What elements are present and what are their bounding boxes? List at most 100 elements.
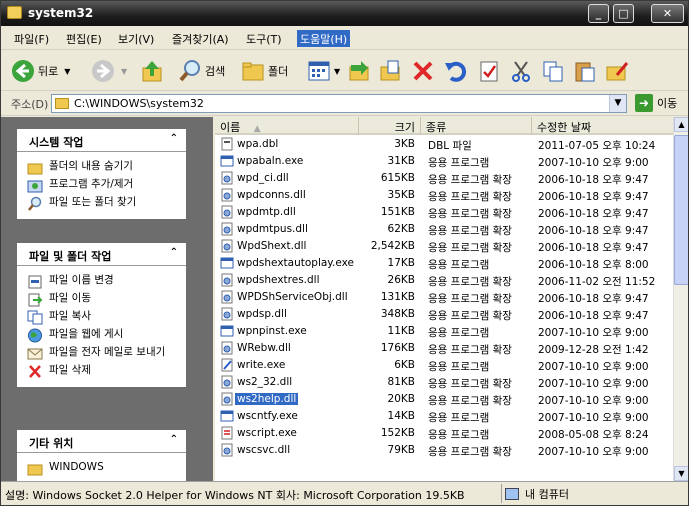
title-bar[interactable]: system32 _ □ ✕ — [1, 1, 688, 26]
back-button[interactable]: 뒤로 ▼ — [11, 58, 70, 84]
file-name: wpa.dbl — [237, 138, 279, 150]
collapse-icon[interactable]: ⌃ — [170, 434, 178, 445]
file-row[interactable]: wscntfy.exe 14KB 응용 프로그램 2007-10-10 오후 9:00 — [215, 408, 673, 425]
file-row[interactable]: wpdshextautoplay.exe 17KB 응용 프로그램 2006-10-1… — [215, 255, 673, 272]
properties-button[interactable] — [477, 58, 501, 84]
file-row[interactable]: wpdmtpus.dll 62KB 응용 프로그램 확장 2006-10-18 오후 … — [215, 221, 673, 238]
menu-view[interactable]: 보기(V) — [115, 30, 157, 47]
file-row[interactable]: wpdsp.dll 348KB 응용 프로그램 확장 2006-10-18 오후 9:… — [215, 306, 673, 323]
file-date: 2007-10-10 오후 9:00 — [538, 446, 649, 458]
file-size: 176KB — [380, 342, 415, 354]
task-delete-file[interactable]: 파일 삭제 — [27, 364, 176, 379]
menu-favorites[interactable]: 즐겨찾기(A) — [169, 30, 232, 47]
menu-help[interactable]: 도움말(H) — [297, 30, 351, 47]
column-type[interactable]: 종류 — [421, 117, 532, 135]
file-type: 응용 프로그램 확장 — [428, 242, 512, 254]
system-tasks-header[interactable]: 시스템 작업 ⌃ — [17, 129, 186, 152]
task-copy-file[interactable]: 파일 복사 — [27, 310, 176, 325]
file-row[interactable]: wpnpinst.exe 11KB 응용 프로그램 2007-10-10 오후 9:0… — [215, 323, 673, 340]
folder-icon — [27, 163, 43, 175]
delete-icon — [413, 61, 433, 81]
task-hide-folder-contents[interactable]: 폴더의 내용 숨기기 — [27, 160, 176, 175]
copy-button[interactable] — [541, 58, 565, 84]
address-path: C:\WINDOWS\system32 — [74, 97, 204, 110]
column-name[interactable]: 이름 ▲ — [215, 117, 359, 135]
maximize-button[interactable]: □ — [613, 4, 634, 23]
file-tasks-header[interactable]: 파일 및 폴더 작업 ⌃ — [17, 243, 186, 266]
cut-button[interactable] — [509, 58, 533, 84]
go-button[interactable]: ➜ 이동 — [631, 94, 677, 112]
column-date[interactable]: 수정한 날짜 — [532, 117, 673, 135]
copy-to-button[interactable] — [378, 58, 402, 84]
scroll-down-icon[interactable]: ▼ — [674, 466, 688, 481]
file-size: 31KB — [387, 155, 415, 167]
task-move-file[interactable]: 파일 이동 — [27, 292, 176, 307]
menu-edit[interactable]: 편집(E) — [63, 30, 105, 47]
file-row[interactable]: write.exe 6KB 응용 프로그램 2007-10-10 오후 9:00 — [215, 357, 673, 374]
place-windows[interactable]: WINDOWS — [27, 461, 176, 476]
address-input[interactable]: C:\WINDOWS\system32 ▼ — [51, 94, 627, 113]
search-button[interactable]: 검색 — [178, 58, 225, 84]
script-icon — [221, 426, 233, 440]
file-row[interactable]: WpdShext.dll 2,542KB 응용 프로그램 확장 2006-10-18 … — [215, 238, 673, 255]
task-rename-file[interactable]: 파일 이름 변경 — [27, 274, 176, 289]
task-publish-to-web[interactable]: 파일을 웹에 게시 — [27, 328, 176, 343]
status-bar: 설명: Windows Socket 2.0 Helper for Window… — [1, 481, 688, 505]
file-size: 20KB — [387, 393, 415, 405]
file-name: ws2help.dll — [235, 393, 299, 405]
delete-icon — [29, 365, 41, 378]
forward-button[interactable]: ▼ — [91, 58, 127, 84]
file-date: 2006-11-02 오전 11:52 — [538, 276, 656, 288]
collapse-icon[interactable]: ⌃ — [170, 133, 178, 144]
views-button[interactable]: ▼ — [307, 58, 340, 84]
file-row[interactable]: wpa.dbl 3KB DBL 파일 2011-07-05 오후 10:24 — [215, 136, 673, 153]
file-type: 응용 프로그램 확장 — [428, 191, 512, 203]
column-size[interactable]: 크기 — [359, 117, 421, 135]
vertical-scrollbar[interactable]: ▲ ▼ — [673, 117, 688, 481]
file-row[interactable]: wpd_ci.dll 615KB 응용 프로그램 확장 2006-10-18 오후 9… — [215, 170, 673, 187]
scroll-thumb[interactable] — [674, 135, 688, 285]
delete-button[interactable] — [411, 58, 435, 84]
collapse-icon[interactable]: ⌃ — [170, 247, 178, 258]
file-type: 응용 프로그램 확장 — [428, 174, 512, 186]
minimize-button[interactable]: _ — [588, 4, 609, 23]
task-email-file[interactable]: 파일을 전자 메일로 보내기 — [27, 346, 176, 361]
file-name: ws2_32.dll — [237, 376, 293, 388]
file-row[interactable]: ws2_32.dll 81KB 응용 프로그램 확장 2007-10-10 오후 9:… — [215, 374, 673, 391]
up-folder-button[interactable] — [140, 58, 164, 84]
move-to-button[interactable] — [347, 58, 371, 84]
forward-dropdown-icon[interactable]: ▼ — [121, 67, 127, 76]
cut-icon — [512, 61, 530, 82]
file-row[interactable]: wpabaln.exe 31KB 응용 프로그램 2007-10-10 오후 9:00 — [215, 153, 673, 170]
task-add-remove-programs[interactable]: 프로그램 추가/제거 — [27, 178, 176, 193]
file-row[interactable]: ws2help.dll 20KB 응용 프로그램 확장 2007-10-10 오후 9… — [215, 391, 673, 408]
task-search-files[interactable]: 파일 또는 폴더 찾기 — [27, 196, 176, 211]
back-dropdown-icon[interactable]: ▼ — [64, 67, 70, 76]
file-size: 615KB — [380, 172, 415, 184]
file-name: wscsvc.dll — [237, 444, 291, 456]
folders-button[interactable]: 폴더 — [241, 58, 288, 84]
address-dropdown-icon[interactable]: ▼ — [609, 95, 626, 112]
file-row[interactable]: WRebw.dll 176KB 응용 프로그램 확장 2009-12-28 오전 1:… — [215, 340, 673, 357]
views-dropdown-icon[interactable]: ▼ — [334, 67, 340, 76]
folder-options-button[interactable] — [605, 58, 629, 84]
undo-button[interactable] — [443, 58, 467, 84]
dll-icon — [221, 443, 233, 457]
file-name: wscntfy.exe — [237, 410, 298, 422]
other-places-header[interactable]: 기타 위치 ⌃ — [17, 430, 186, 453]
scroll-up-icon[interactable]: ▲ — [674, 117, 688, 132]
folders-icon — [242, 62, 264, 81]
file-date: 2007-10-10 오후 9:00 — [538, 157, 649, 169]
column-header: 이름 ▲ 크기 종류 수정한 날짜 — [215, 117, 673, 135]
file-row[interactable]: wpdshextres.dll 26KB 응용 프로그램 확장 2006-11-02 … — [215, 272, 673, 289]
close-button[interactable]: ✕ — [651, 4, 684, 23]
paste-button[interactable] — [573, 58, 597, 84]
menu-tools[interactable]: 도구(T) — [243, 30, 285, 47]
file-row[interactable]: wpdmtp.dll 151KB 응용 프로그램 확장 2006-10-18 오후 9… — [215, 204, 673, 221]
file-row[interactable]: wpdconns.dll 35KB 응용 프로그램 확장 2006-10-18 오후 … — [215, 187, 673, 204]
file-row[interactable]: wscript.exe 152KB 응용 프로그램 2008-05-08 오후 8:2… — [215, 425, 673, 442]
file-row[interactable]: WPDShServiceObj.dll 131KB 응용 프로그램 확장 2006-1… — [215, 289, 673, 306]
menu-file[interactable]: 파일(F) — [11, 30, 52, 47]
file-row[interactable]: wscsvc.dll 79KB 응용 프로그램 확장 2007-10-10 오후 9:… — [215, 442, 673, 459]
file-date: 2006-10-18 오후 9:47 — [538, 310, 649, 322]
